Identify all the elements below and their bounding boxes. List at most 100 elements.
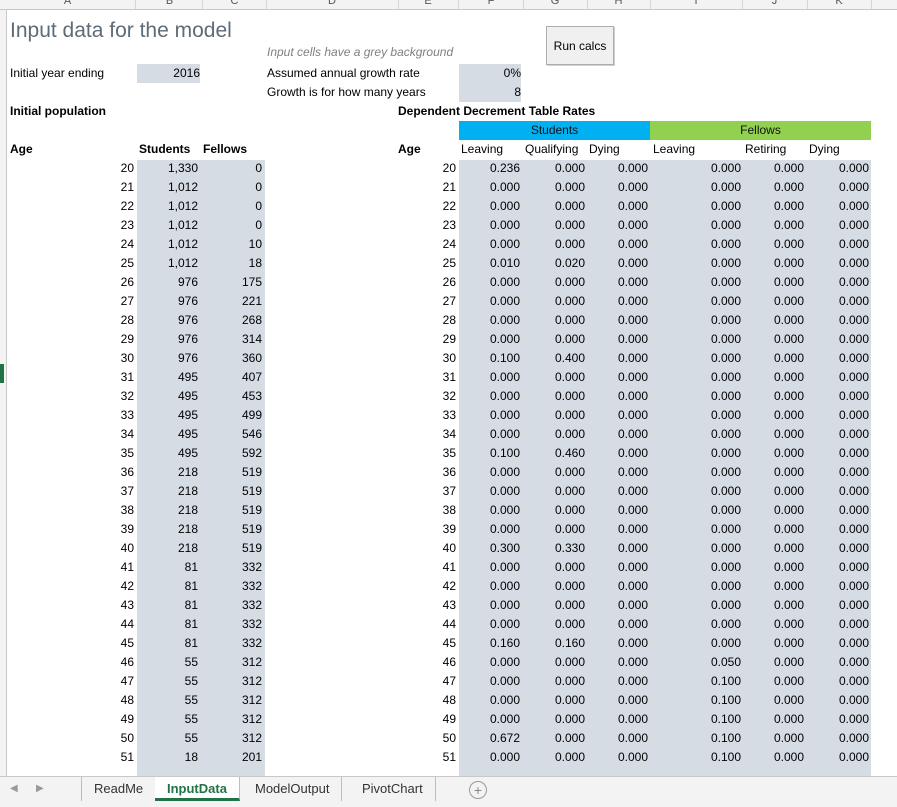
fellows-leaving-cell[interactable]: 0.100 (650, 710, 741, 729)
students-dying-cell[interactable]: 0.000 (587, 406, 648, 425)
fellows-dying-cell[interactable]: 0.000 (807, 463, 869, 482)
students-leaving-cell[interactable]: 0.672 (459, 729, 520, 748)
column-header-h[interactable]: H (587, 0, 651, 9)
fellows-count-cell[interactable]: 18 (203, 254, 262, 273)
fellows-dying-cell[interactable]: 0.000 (807, 577, 869, 596)
fellows-leaving-cell[interactable]: 0.000 (650, 482, 741, 501)
students-count-cell[interactable]: 55 (137, 729, 198, 748)
students-qualifying-cell[interactable]: 0.000 (523, 710, 585, 729)
students-count-cell[interactable]: 218 (137, 501, 198, 520)
fellows-count-cell[interactable]: 332 (203, 577, 262, 596)
students-dying-cell[interactable]: 0.000 (587, 368, 648, 387)
fellows-count-cell[interactable]: 453 (203, 387, 262, 406)
fellows-leaving-cell[interactable]: 0.000 (650, 349, 741, 368)
fellows-dying-cell[interactable]: 0.000 (807, 406, 869, 425)
fellows-leaving-cell[interactable]: 0.000 (650, 577, 741, 596)
fellows-leaving-cell[interactable]: 0.000 (650, 615, 741, 634)
fellows-retiring-cell[interactable]: 0.000 (742, 235, 804, 254)
students-count-cell[interactable]: 1,012 (137, 216, 198, 235)
students-qualifying-cell[interactable]: 0.000 (523, 577, 585, 596)
fellows-count-cell[interactable]: 332 (203, 558, 262, 577)
tab-modeloutput[interactable]: ModelOutput (243, 777, 343, 801)
column-header-j[interactable]: J (742, 0, 808, 9)
students-count-cell[interactable]: 218 (137, 482, 198, 501)
students-count-cell[interactable]: 495 (137, 368, 198, 387)
students-dying-cell[interactable]: 0.000 (587, 615, 648, 634)
students-dying-cell[interactable]: 0.000 (587, 520, 648, 539)
students-leaving-cell[interactable]: 0.300 (459, 539, 520, 558)
students-count-cell[interactable]: 1,012 (137, 178, 198, 197)
fellows-leaving-cell[interactable]: 0.100 (650, 691, 741, 710)
students-qualifying-cell[interactable]: 0.000 (523, 216, 585, 235)
column-header-d[interactable]: D (266, 0, 399, 9)
fellows-count-cell[interactable]: 312 (203, 653, 262, 672)
fellows-leaving-cell[interactable]: 0.000 (650, 406, 741, 425)
students-dying-cell[interactable]: 0.000 (587, 748, 648, 767)
students-count-cell[interactable]: 495 (137, 387, 198, 406)
students-count-cell[interactable]: 81 (137, 577, 198, 596)
students-qualifying-cell[interactable]: 0.000 (523, 691, 585, 710)
fellows-count-cell[interactable]: 312 (203, 672, 262, 691)
students-leaving-cell[interactable]: 0.000 (459, 387, 520, 406)
students-dying-cell[interactable]: 0.000 (587, 159, 648, 178)
fellows-dying-cell[interactable]: 0.000 (807, 444, 869, 463)
students-dying-cell[interactable]: 0.000 (587, 387, 648, 406)
students-dying-cell[interactable]: 0.000 (587, 330, 648, 349)
fellows-retiring-cell[interactable]: 0.000 (742, 197, 804, 216)
column-header-g[interactable]: G (523, 0, 588, 9)
students-dying-cell[interactable]: 0.000 (587, 216, 648, 235)
students-dying-cell[interactable]: 0.000 (587, 311, 648, 330)
column-header-i[interactable]: I (650, 0, 743, 9)
students-count-cell[interactable]: 81 (137, 615, 198, 634)
fellows-dying-cell[interactable]: 0.000 (807, 558, 869, 577)
students-count-cell[interactable]: 976 (137, 292, 198, 311)
students-qualifying-cell[interactable]: 0.400 (523, 349, 585, 368)
students-leaving-cell[interactable]: 0.000 (459, 577, 520, 596)
fellows-count-cell[interactable]: 332 (203, 615, 262, 634)
tab-pivotchart[interactable]: PivotChart (350, 777, 436, 801)
fellows-retiring-cell[interactable]: 0.000 (742, 710, 804, 729)
students-qualifying-cell[interactable]: 0.000 (523, 672, 585, 691)
fellows-retiring-cell[interactable]: 0.000 (742, 672, 804, 691)
students-count-cell[interactable]: 81 (137, 558, 198, 577)
column-header-b[interactable]: B (137, 0, 203, 9)
students-dying-cell[interactable]: 0.000 (587, 463, 648, 482)
fellows-retiring-cell[interactable]: 0.000 (742, 520, 804, 539)
students-count-cell[interactable]: 218 (137, 520, 198, 539)
fellows-retiring-cell[interactable]: 0.000 (742, 292, 804, 311)
fellows-retiring-cell[interactable]: 0.000 (742, 425, 804, 444)
fellows-retiring-cell[interactable]: 0.000 (742, 254, 804, 273)
students-leaving-cell[interactable]: 0.000 (459, 292, 520, 311)
students-qualifying-cell[interactable]: 0.000 (523, 520, 585, 539)
fellows-leaving-cell[interactable]: 0.000 (650, 216, 741, 235)
fellows-count-cell[interactable]: 0 (203, 178, 262, 197)
fellows-count-cell[interactable]: 312 (203, 691, 262, 710)
students-qualifying-cell[interactable]: 0.000 (523, 558, 585, 577)
fellows-count-cell[interactable]: 519 (203, 539, 262, 558)
students-qualifying-cell[interactable]: 0.000 (523, 273, 585, 292)
students-dying-cell[interactable]: 0.000 (587, 235, 648, 254)
students-leaving-cell[interactable]: 0.000 (459, 330, 520, 349)
fellows-leaving-cell[interactable]: 0.000 (650, 273, 741, 292)
students-qualifying-cell[interactable]: 0.000 (523, 235, 585, 254)
students-qualifying-cell[interactable]: 0.000 (523, 178, 585, 197)
students-leaving-cell[interactable]: 0.000 (459, 691, 520, 710)
students-count-cell[interactable]: 1,012 (137, 197, 198, 216)
students-leaving-cell[interactable]: 0.000 (459, 615, 520, 634)
fellows-retiring-cell[interactable]: 0.000 (742, 273, 804, 292)
students-count-cell[interactable]: 1,330 (137, 159, 198, 178)
students-qualifying-cell[interactable]: 0.000 (523, 748, 585, 767)
students-qualifying-cell[interactable]: 0.000 (523, 729, 585, 748)
column-header-e[interactable]: E (398, 0, 459, 9)
fellows-retiring-cell[interactable]: 0.000 (742, 729, 804, 748)
students-dying-cell[interactable]: 0.000 (587, 691, 648, 710)
fellows-leaving-cell[interactable]: 0.000 (650, 387, 741, 406)
students-dying-cell[interactable]: 0.000 (587, 653, 648, 672)
fellows-count-cell[interactable]: 0 (203, 197, 262, 216)
fellows-leaving-cell[interactable]: 0.000 (650, 539, 741, 558)
initial-year-input[interactable]: 2016 (137, 64, 200, 83)
students-qualifying-cell[interactable]: 0.460 (523, 444, 585, 463)
fellows-count-cell[interactable]: 175 (203, 273, 262, 292)
students-dying-cell[interactable]: 0.000 (587, 178, 648, 197)
fellows-dying-cell[interactable]: 0.000 (807, 482, 869, 501)
